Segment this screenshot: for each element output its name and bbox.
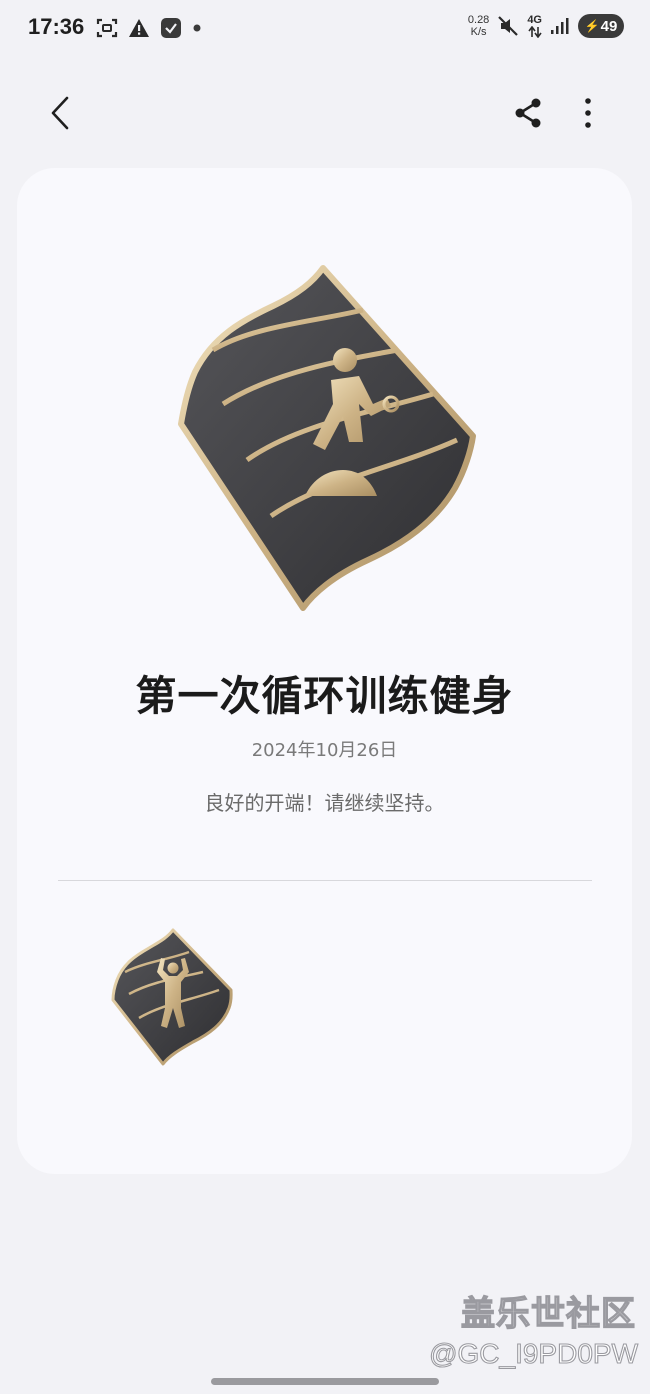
warning-icon: [129, 19, 149, 37]
app-check-icon: [161, 18, 181, 38]
net-speed: 0.28 K/s: [468, 14, 489, 38]
charging-bolt-icon: ⚡: [584, 19, 600, 33]
badge-date: 2024年10月26日: [251, 740, 398, 761]
battery-level: 49: [600, 17, 618, 35]
screenshot-icon: [96, 18, 118, 38]
share-button[interactable]: [506, 92, 550, 134]
notification-dot-icon: [193, 24, 201, 32]
mute-icon: [498, 16, 519, 36]
badge-detail-card: 第一次循环训练健身 2024年10月26日 良好的开端！请继续坚持。: [17, 168, 632, 1174]
badge-title: 第一次循环训练健身: [135, 672, 514, 720]
network-type-block: 4G: [527, 13, 542, 38]
more-options-button[interactable]: [568, 92, 608, 134]
more-vert-icon: [585, 98, 591, 128]
watermark-id: @GC_I9PD0PW: [429, 1337, 639, 1369]
status-left-icons: [96, 17, 202, 39]
net-speed-value: 0.28: [467, 14, 490, 26]
badge-description: 良好的开端！请继续坚持。: [204, 791, 445, 815]
divider: [58, 880, 592, 881]
screen: 17:36 0.28 K/s 4G ⚡ 49 第一次循环训练健身 2024年10…: [0, 0, 650, 1394]
share-icon: [515, 98, 541, 128]
network-type: 4G: [527, 13, 542, 26]
app-bar: [0, 80, 650, 146]
battery-indicator: ⚡ 49: [578, 14, 624, 38]
signal-icon: [551, 18, 569, 34]
badge-large-image: [178, 265, 476, 611]
home-indicator[interactable]: [211, 1378, 439, 1385]
watermark-title: 盖乐世社区: [460, 1293, 636, 1334]
badge-small-thumbnail[interactable]: [111, 928, 233, 1066]
back-button[interactable]: [36, 92, 84, 134]
status-right: 0.28 K/s 4G ⚡ 49: [468, 14, 624, 38]
back-chevron-icon: [51, 96, 69, 130]
status-time: 17:36: [28, 14, 85, 39]
data-arrows-icon: [528, 25, 542, 38]
net-speed-unit: K/s: [470, 26, 487, 38]
status-bar: 17:36 0.28 K/s 4G ⚡ 49: [0, 0, 650, 58]
